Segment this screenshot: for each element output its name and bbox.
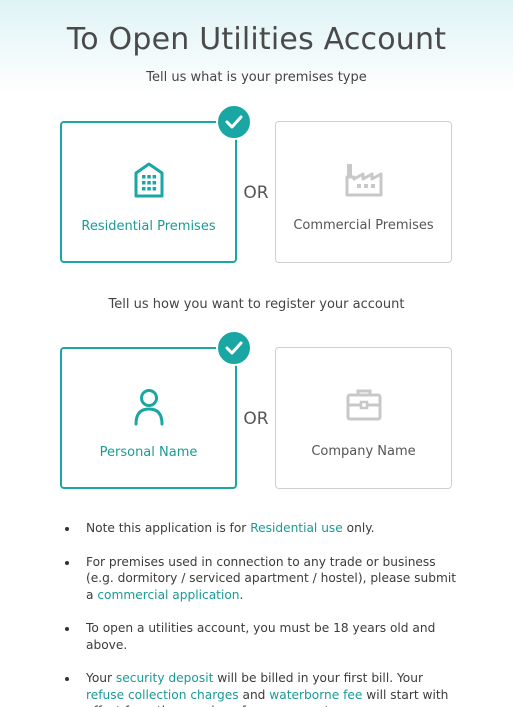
company-name-option[interactable]: Company Name [275,347,452,489]
residential-premises-option[interactable]: Residential Premises [60,121,237,263]
refuse-collection-charges-link[interactable]: refuse collection charges [86,688,239,702]
note-text: only. [342,521,375,535]
note-text: and [238,687,270,702]
briefcase-icon [276,386,451,428]
page-title: To Open Utilities Account [66,22,447,57]
or-divider: OR [243,409,269,429]
waterborne-fee-link[interactable]: waterborne fee [269,688,362,702]
note-text: . [239,587,244,602]
commercial-application-link[interactable]: commercial application [97,588,239,602]
notes-list: Note this application is for Residential… [60,520,460,707]
note-text: will be billed in your first bill. Your [213,671,423,685]
list-item: For premises used in connection to any t… [60,554,460,604]
list-item: To open a utilities account, you must be… [60,620,460,653]
list-item: Note this application is for Residential… [60,520,460,537]
note-text: Note this application is for [86,521,251,535]
list-item: Your security deposit will be billed in … [60,670,460,707]
apartment-building-icon [62,161,235,203]
residential-use-link[interactable]: Residential use [250,521,343,535]
commercial-premises-label: Commercial Premises [293,218,434,233]
commercial-premises-option[interactable]: Commercial Premises [275,121,452,263]
security-deposit-link[interactable]: security deposit [116,671,213,685]
note-text: To open a utilities account, you must be… [86,621,436,652]
registration-prompt: Tell us how you want to register your ac… [108,297,405,312]
premises-prompt: Tell us what is your premises type [146,70,367,85]
or-divider: OR [243,183,269,203]
personal-name-label: Personal Name [99,445,198,460]
checkmark-icon [216,330,252,366]
checkmark-icon [216,104,252,140]
person-icon [62,387,235,429]
personal-name-option[interactable]: Personal Name [60,347,237,489]
note-text: Your [86,671,116,685]
residential-premises-label: Residential Premises [81,219,216,234]
factory-icon [276,160,451,202]
company-name-label: Company Name [311,444,416,459]
